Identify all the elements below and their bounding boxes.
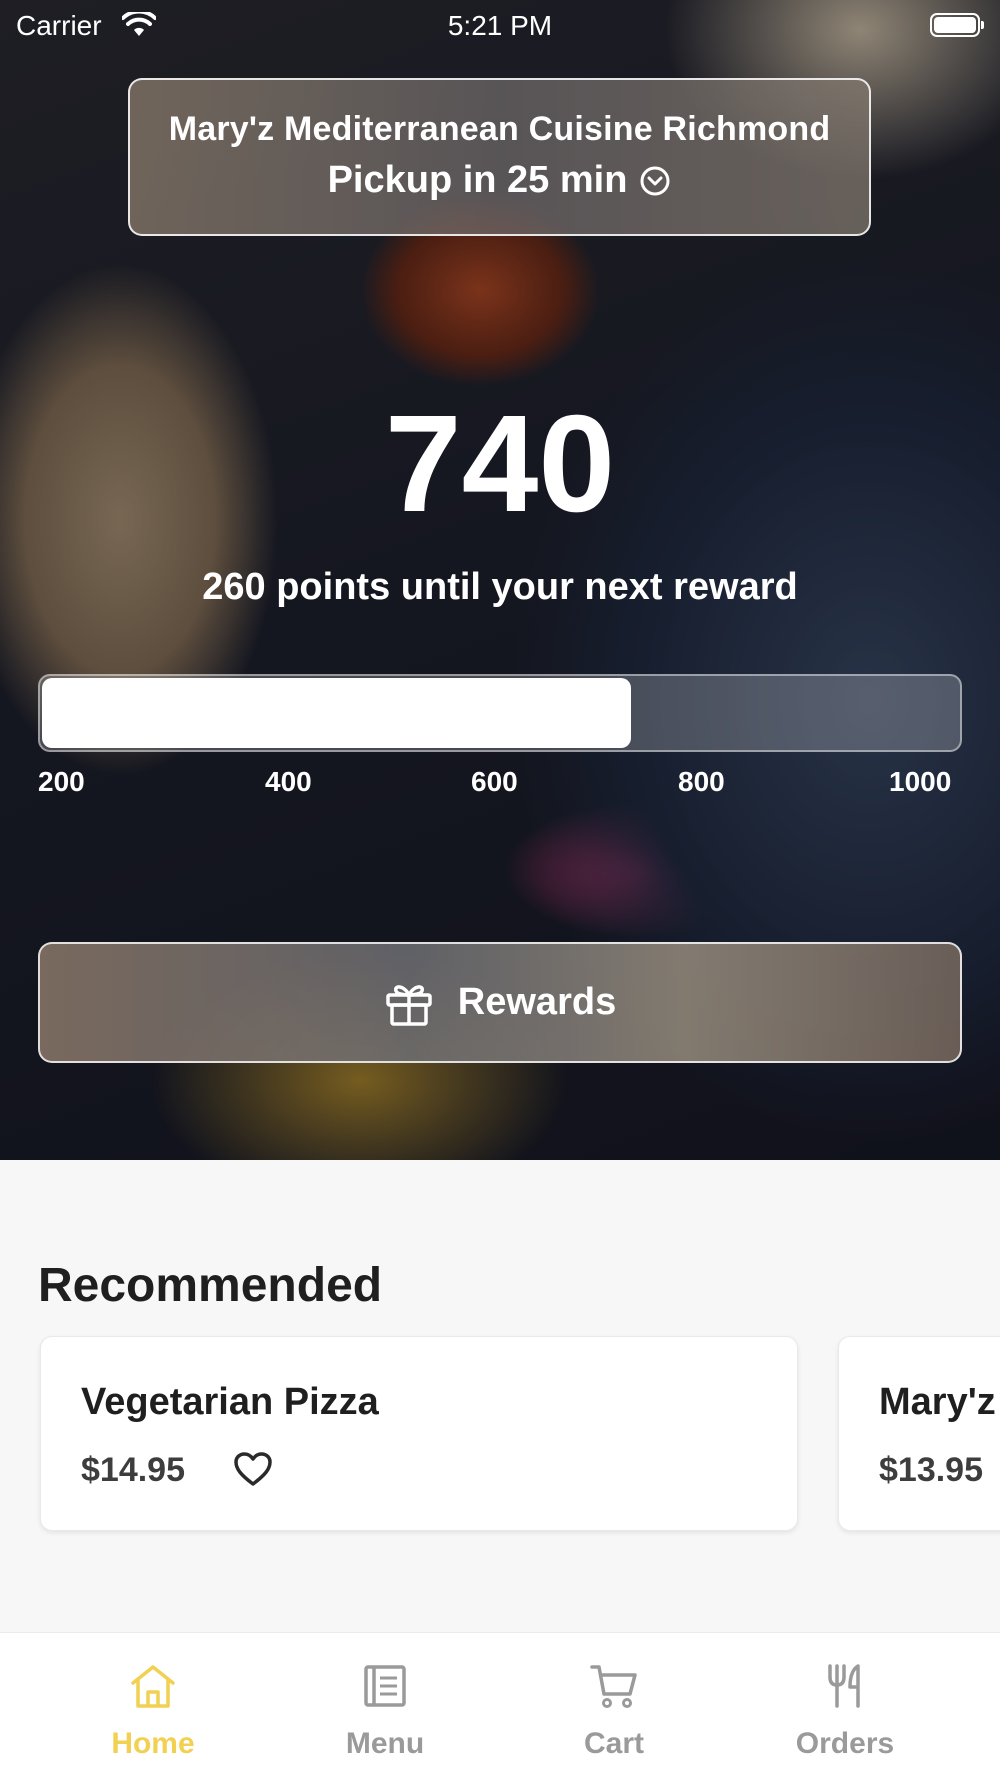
item-price: $13.95 xyxy=(879,1451,983,1489)
recommended-card[interactable]: Mary'z $13.95 xyxy=(838,1336,1000,1531)
tab-menu[interactable]: Menu xyxy=(295,1633,475,1778)
points-balance: 740 xyxy=(384,387,616,541)
gift-icon xyxy=(386,984,432,1026)
item-price: $14.95 xyxy=(81,1451,185,1489)
location-selector[interactable]: Mary'z Mediterranean Cuisine Richmond Pi… xyxy=(128,78,871,236)
points-progress-fill xyxy=(42,678,631,748)
tab-bar: Home Menu Cart Orders xyxy=(0,1632,1000,1778)
tab-label: Home xyxy=(111,1727,195,1760)
rewards-label: Rewards xyxy=(457,981,617,1023)
points-caption: 260 points until your next reward xyxy=(202,566,798,608)
pickup-row: Pickup in 25 min xyxy=(130,159,869,202)
tab-label: Cart xyxy=(583,1727,644,1760)
tab-home[interactable]: Home xyxy=(63,1633,243,1778)
points-progress-bar xyxy=(38,674,962,752)
scale-label-400: 400 xyxy=(265,766,312,797)
scale-label-1000: 1000 xyxy=(889,766,952,797)
status-bar: Carrier 5:21 PM xyxy=(0,0,1000,50)
restaurant-name: Mary'z Mediterranean Cuisine Richmond xyxy=(168,110,831,148)
recommended-card[interactable]: Vegetarian Pizza $14.95 xyxy=(40,1336,798,1531)
tab-orders[interactable]: Orders xyxy=(755,1633,935,1778)
tab-label: Orders xyxy=(795,1727,895,1760)
recommended-title: Recommended xyxy=(38,1259,383,1312)
fork-knife-icon xyxy=(828,1664,860,1708)
battery-icon xyxy=(930,13,984,37)
item-name: Mary'z xyxy=(879,1381,996,1423)
cart-icon xyxy=(590,1665,637,1708)
scale-label-200: 200 xyxy=(38,766,85,797)
chevron-down-circle-icon xyxy=(640,166,670,195)
home-icon xyxy=(131,1665,175,1708)
hero-banner: Carrier 5:21 PM Mary'z Mediterranean Cui… xyxy=(0,0,1000,1160)
rewards-button[interactable]: Rewards xyxy=(38,942,962,1063)
scale-label-800: 800 xyxy=(678,766,725,797)
pickup-time: Pickup in 25 min xyxy=(327,159,628,201)
tab-cart[interactable]: Cart xyxy=(524,1633,704,1778)
tab-label: Menu xyxy=(345,1727,425,1760)
clock: 5:21 PM xyxy=(447,10,553,41)
heart-icon[interactable] xyxy=(233,1451,273,1487)
menu-icon xyxy=(364,1665,406,1707)
item-name: Vegetarian Pizza xyxy=(81,1381,379,1423)
scale-label-600: 600 xyxy=(471,766,518,797)
